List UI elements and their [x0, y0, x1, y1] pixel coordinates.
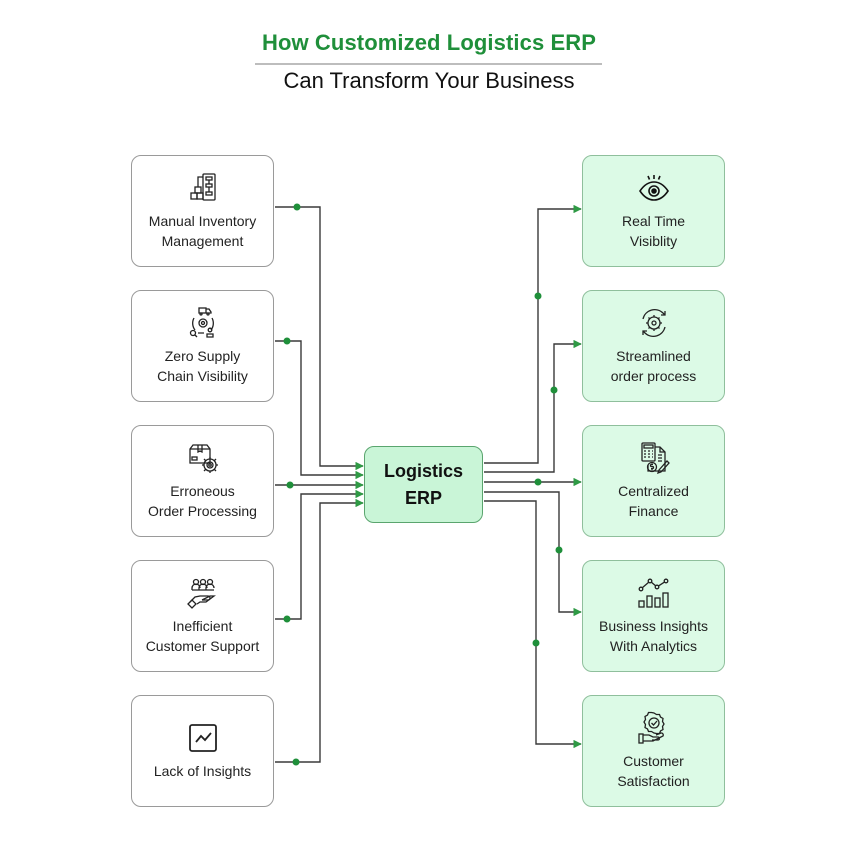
- gear-refresh-icon: [641, 309, 666, 337]
- problem-label: Chain Visibility: [157, 368, 248, 384]
- supply-chain-cycle-icon: [189, 307, 214, 338]
- connector-dot: [283, 337, 291, 345]
- connector-dot: [286, 481, 294, 489]
- connector-dot: [550, 386, 558, 394]
- connector-problem-5: [275, 498, 364, 763]
- benefit-label: Satisfaction: [617, 773, 690, 789]
- benefit-label: Finance: [628, 503, 679, 519]
- connector-lines: [275, 203, 582, 766]
- benefit-label: Centralized: [618, 483, 689, 499]
- connector-benefit-1: [484, 204, 582, 464]
- connector-dot: [293, 203, 301, 211]
- benefit-card-business-insights: Business Insights With Analytics: [582, 560, 725, 672]
- benefit-label: With Analytics: [609, 638, 698, 654]
- connector-dot: [534, 292, 542, 300]
- benefit-label: order process: [610, 368, 697, 384]
- connector-dot: [534, 478, 542, 486]
- problem-label: Inefficient: [172, 618, 233, 634]
- connector-benefit-5: [484, 500, 582, 749]
- problem-card-order-processing: Erroneous Order Processing: [131, 425, 274, 537]
- problem-card-manual-inventory: Manual Inventory Management: [131, 155, 274, 267]
- benefit-label: Business Insights: [599, 618, 708, 634]
- connector-dot: [283, 615, 291, 623]
- problem-label: Erroneous: [170, 483, 235, 499]
- problem-label: Manual Inventory: [148, 213, 257, 229]
- connector-benefit-4: [484, 491, 582, 617]
- benefit-card-streamlined-order: Streamlined order process: [582, 290, 725, 402]
- benefit-label: Real Time: [621, 213, 686, 229]
- package-gear-icon: [188, 444, 218, 473]
- connector-dot: [555, 546, 563, 554]
- connector-benefit-2: [484, 339, 582, 473]
- hub-label: Logistics: [383, 460, 463, 481]
- benefit-label: Visiblity: [629, 233, 678, 249]
- connector-problem-1: [275, 206, 364, 471]
- connector-problem-2: [275, 340, 364, 480]
- benefit-card-real-time-visibility: Real Time Visiblity: [582, 155, 725, 267]
- eye-icon: [638, 175, 669, 201]
- benefit-card-centralized-finance: Centralized Finance: [582, 425, 725, 537]
- analytics-bars-icon: [637, 578, 669, 608]
- team-hand-support-icon: [186, 578, 216, 609]
- inventory-flowchart-icon: [189, 173, 216, 201]
- problem-label: Order Processing: [148, 503, 257, 519]
- hub-label: ERP: [404, 487, 442, 508]
- connector-dot: [532, 639, 540, 647]
- logistics-erp-hub: Logistics ERP: [364, 446, 483, 523]
- connector-dot: [292, 758, 300, 766]
- benefit-card-customer-satisfaction: Customer Satisfaction: [582, 695, 725, 807]
- problem-label: Zero Supply: [164, 348, 241, 364]
- problem-label: Customer Support: [145, 638, 260, 654]
- line-chart-box-icon: [188, 724, 217, 752]
- benefit-label: Customer: [623, 753, 684, 769]
- problem-label: Management: [161, 233, 244, 249]
- problem-card-customer-support: Inefficient Customer Support: [131, 560, 274, 672]
- hand-badge-check-icon: [637, 711, 665, 744]
- problem-card-lack-of-insights: Lack of Insights: [131, 695, 274, 807]
- calculator-invoice-icon: [640, 442, 670, 475]
- benefit-label: Streamlined: [616, 348, 691, 364]
- problem-label: Lack of Insights: [153, 763, 252, 779]
- connector-problem-4: [275, 489, 364, 620]
- problem-card-supply-chain: Zero Supply Chain Visibility: [131, 290, 274, 402]
